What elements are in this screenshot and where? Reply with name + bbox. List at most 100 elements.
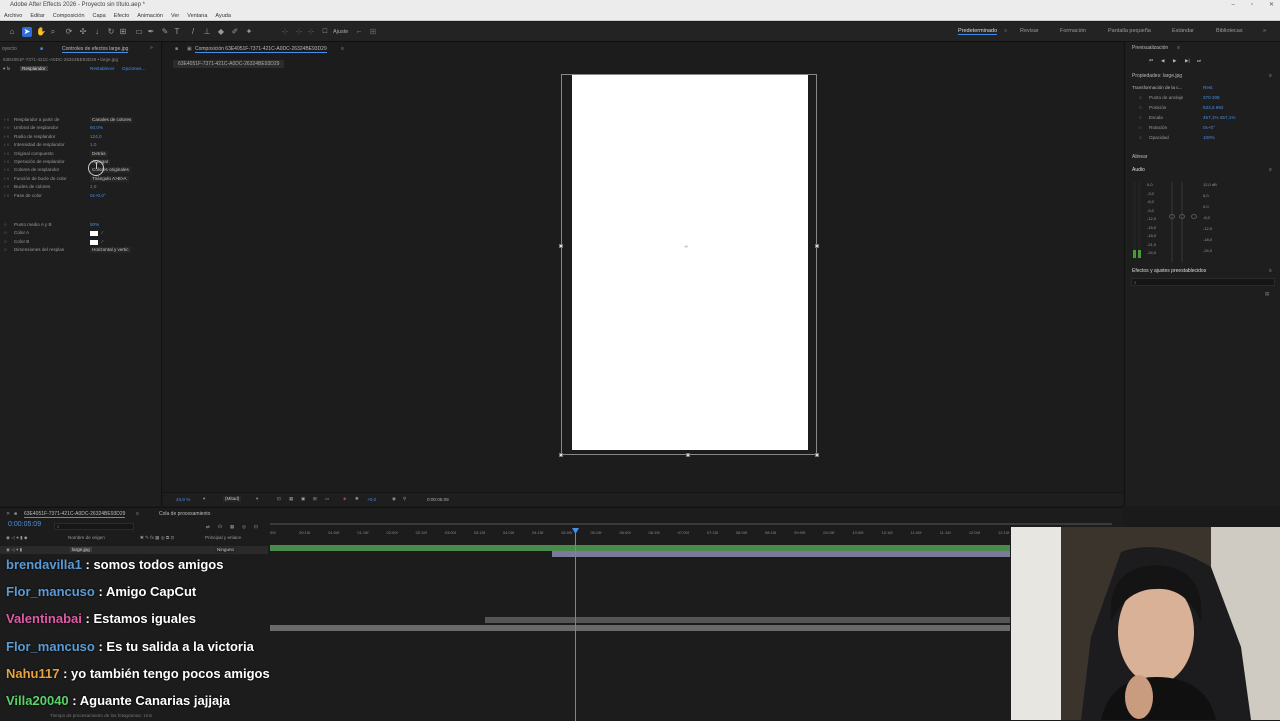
timeline-search-input[interactable]: ⌕ xyxy=(54,523,134,530)
region-of-interest-icon[interactable]: ⊡ xyxy=(277,496,281,502)
transform-handle-left[interactable] xyxy=(559,244,563,248)
new-bin-icon[interactable]: ▤ xyxy=(1265,291,1269,297)
snap-option-icon[interactable]: ⌐ xyxy=(354,27,364,37)
effects-search-input[interactable]: ⌕ xyxy=(1131,278,1275,286)
grid-guides-icon[interactable]: ⊞ xyxy=(313,496,317,502)
maximize-icon[interactable]: ▫ xyxy=(1251,0,1253,11)
audio-slider-knob-right[interactable] xyxy=(1179,214,1185,219)
effect-prop-value[interactable]: 0x+0,0° xyxy=(90,193,106,198)
stopwatch-icon[interactable]: › ○ xyxy=(4,117,10,122)
roto-brush-icon[interactable]: ✐ xyxy=(230,27,240,37)
effect-prop-dropdown[interactable]: Canales de colores xyxy=(90,117,134,123)
more-workspaces-icon[interactable]: » xyxy=(1263,28,1266,34)
prev-frame-icon[interactable]: ◀ xyxy=(1161,58,1165,64)
frame-blending-icon[interactable]: ▦ xyxy=(230,524,234,530)
timeline-tab-menu-icon[interactable]: ≡ xyxy=(136,511,139,517)
menu-capa[interactable]: Capa xyxy=(93,11,106,20)
column-source-name[interactable]: Nombre de origen xyxy=(68,535,105,540)
options-link[interactable]: Opciones... xyxy=(122,66,145,71)
menu-ayuda[interactable]: Ayuda xyxy=(215,11,231,20)
shy-layers-icon[interactable]: ☊ xyxy=(218,524,222,530)
axis-view-icon[interactable]: ⊹ xyxy=(306,27,316,37)
workspace-pantalla-pequena[interactable]: Pantalla pequeña xyxy=(1108,28,1151,34)
effect-prop-dropdown[interactable]: Horizontal y vertic xyxy=(90,247,131,254)
stopwatch-icon[interactable]: › ○ xyxy=(4,142,10,147)
effects-presets-menu-icon[interactable]: ≡ xyxy=(1269,268,1272,274)
clone-stamp-icon[interactable]: ⊥ xyxy=(202,27,212,37)
tab-project[interactable]: oyecto xyxy=(2,46,17,52)
text-tool-icon[interactable]: T xyxy=(172,27,182,37)
hand-tool-icon[interactable]: ✋ xyxy=(36,27,46,37)
effect-prop-value[interactable]: 60,0% xyxy=(90,125,103,130)
layer-name[interactable]: large.jpg xyxy=(70,547,92,552)
color-management-icon[interactable]: ◈ xyxy=(343,496,347,502)
show-snapshot-icon[interactable]: ⚲ xyxy=(403,496,406,502)
stopwatch-icon[interactable]: ○ xyxy=(4,222,7,227)
expand-panel-icon[interactable]: » xyxy=(150,45,153,51)
motion-blur-icon[interactable]: ◎ xyxy=(242,524,246,530)
stopwatch-icon[interactable]: ○ xyxy=(1139,105,1142,110)
menu-ver[interactable]: Ver xyxy=(171,11,179,20)
sublayer-bar[interactable] xyxy=(485,617,1010,623)
zoom-dropdown-icon[interactable]: ▾ xyxy=(203,496,205,502)
snap-grid-icon[interactable]: ⊞ xyxy=(368,27,378,37)
stopwatch-icon[interactable]: ○ xyxy=(1139,115,1142,120)
stopwatch-icon[interactable]: › ○ xyxy=(4,176,10,181)
resolution-dropdown-icon[interactable]: ▾ xyxy=(256,496,258,502)
eraser-tool-icon[interactable]: ◆ xyxy=(216,27,226,37)
tab-timeline[interactable]: 63E4051F-7371-421C-A0DC-26324BE93D29 xyxy=(24,511,126,518)
rotate-tool-icon[interactable]: ↻ xyxy=(106,27,116,37)
lock-icon[interactable]: ■ xyxy=(40,46,43,52)
preview-menu-icon[interactable]: ≡ xyxy=(1177,45,1180,51)
viewer-timecode[interactable]: 0:00:05:09 xyxy=(427,497,449,502)
rectangle-tool-icon[interactable]: ▭ xyxy=(134,27,144,37)
brush-tool-icon[interactable]: / xyxy=(188,27,198,37)
stopwatch-icon[interactable]: ○ xyxy=(1139,95,1142,100)
stopwatch-icon[interactable]: ○ xyxy=(4,247,7,252)
puppet-tool-icon[interactable]: ✦ xyxy=(244,27,254,37)
orbit-camera-icon[interactable]: ⟳ xyxy=(64,27,74,37)
time-ruler[interactable]: 00f 00:15f 01:00f 01:15f 02:00f 02:15f 03:00f 0… xyxy=(270,530,1015,540)
axis-local-icon[interactable]: ⊹ xyxy=(280,27,290,37)
comp-tab-menu-icon[interactable]: ≡ xyxy=(341,46,344,52)
column-switches-icons[interactable]: ✱ ✎ fx ▦ ◎ ⧉ ⊡ xyxy=(140,535,174,541)
transform-reset[interactable]: Rest. xyxy=(1203,85,1214,90)
work-area-bar[interactable] xyxy=(270,523,1112,525)
effect-prop-value[interactable]: 50% xyxy=(90,222,99,227)
home-icon[interactable]: ⌂ xyxy=(7,27,17,37)
playhead[interactable] xyxy=(575,530,576,721)
minimize-icon[interactable]: – xyxy=(1231,0,1234,11)
comp-sub-tab[interactable]: 63E4051F-7371-421C-A0DC-26324BE93D29 xyxy=(173,60,285,68)
layer-row[interactable]: ◉ ◁ ▾ ▮ large.jpg Ninguno xyxy=(0,546,268,554)
tab-effect-controls[interactable]: Controles de efectos large.jpg xyxy=(62,46,129,53)
resolution-dropdown[interactable]: (Mitad) xyxy=(223,496,242,502)
last-frame-icon[interactable]: ⏭ xyxy=(1197,58,1201,63)
stopwatch-icon[interactable]: ○ xyxy=(4,230,7,235)
tab-composition[interactable]: Composición 63E4051F-7371-421C-A0DC-2632… xyxy=(195,46,327,53)
workspace-bibliotecas[interactable]: Bibliotecas xyxy=(1216,28,1243,34)
effect-prop-value[interactable]: 1,0 xyxy=(90,142,96,147)
layer-parent-dropdown[interactable]: Ninguno xyxy=(215,547,237,553)
audio-slider-knob-left[interactable] xyxy=(1169,214,1175,219)
dolly-camera-icon[interactable]: ↓ xyxy=(92,27,102,37)
first-frame-icon[interactable]: ⏮ xyxy=(1149,58,1153,63)
audio-slider-track-right[interactable] xyxy=(1181,182,1183,262)
stopwatch-icon[interactable]: › ○ xyxy=(4,134,10,139)
color-phase-dial[interactable] xyxy=(88,160,104,176)
timeline-close-icon[interactable]: ✕ xyxy=(6,511,10,517)
menu-efecto[interactable]: Efecto xyxy=(114,11,130,20)
workspace-formacion[interactable]: Formación xyxy=(1060,28,1086,34)
stopwatch-icon[interactable]: ○ xyxy=(1139,135,1142,140)
close-icon[interactable]: ✕ xyxy=(1269,0,1274,11)
column-parent[interactable]: Principal y enlace xyxy=(205,535,241,540)
comp-lock-icon[interactable]: ■ xyxy=(175,46,178,52)
pen-tool-icon[interactable]: ✒ xyxy=(146,27,156,37)
axis-world-icon[interactable]: ⊹ xyxy=(294,27,304,37)
workspace-menu-icon[interactable]: ≡ xyxy=(1004,28,1007,34)
stopwatch-icon[interactable]: › ○ xyxy=(4,184,10,189)
selection-tool-icon[interactable]: ➤ xyxy=(22,27,32,37)
current-time[interactable]: 0:00:05:09 xyxy=(8,521,41,528)
fx-toggle-icon[interactable]: ▾ fx xyxy=(3,66,10,72)
exposure-value[interactable]: +0,0 xyxy=(367,497,376,502)
effect-prop-dropdown[interactable]: Triángulo A>B>A xyxy=(90,175,129,182)
